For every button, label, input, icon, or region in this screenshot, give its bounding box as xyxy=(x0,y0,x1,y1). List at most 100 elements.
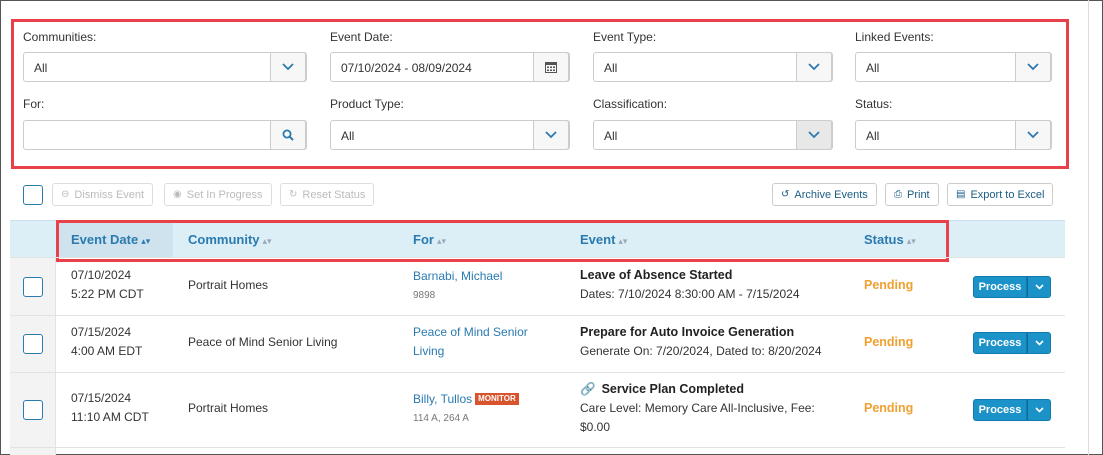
select-all-checkbox[interactable] xyxy=(23,185,43,205)
row-checkbox[interactable] xyxy=(23,277,43,297)
row-date: 07/10/2024 xyxy=(71,268,132,282)
row-date: 07/15/2024 xyxy=(71,391,132,405)
status-header-label: Status xyxy=(864,232,904,247)
chevron-down-icon[interactable] xyxy=(796,52,832,82)
event-date-label: Event Date: xyxy=(330,30,393,44)
monitor-badge: MONITOR xyxy=(475,393,519,405)
community-link-line: Living xyxy=(413,344,445,358)
status-badge: Pending xyxy=(864,278,914,292)
process-button[interactable]: Process xyxy=(973,276,1027,298)
linked-events-select[interactable]: All xyxy=(855,52,1052,82)
row-community: Peace of Mind Senior Living xyxy=(188,335,338,349)
chevron-down-icon[interactable] xyxy=(270,52,306,82)
event-title: Leave of Absence Started xyxy=(580,268,733,282)
status-label: Status: xyxy=(855,97,893,111)
row-divider xyxy=(10,447,1065,448)
event-type-value: All xyxy=(604,61,618,75)
resident-link[interactable]: Barnabi, Michael xyxy=(413,267,502,286)
row-community: Portrait Homes xyxy=(188,278,269,292)
process-split-button[interactable]: Process xyxy=(973,332,1051,354)
search-icon[interactable] xyxy=(270,120,306,150)
reset-status-button[interactable]: ↻ Reset Status xyxy=(280,183,375,206)
export-excel-label: Export to Excel xyxy=(970,188,1045,201)
chevron-down-icon[interactable] xyxy=(796,120,832,150)
community-link[interactable]: Peace of Mind Senior Living xyxy=(413,323,528,361)
status-badge: Pending xyxy=(864,401,914,415)
sort-icon: ▴▾ xyxy=(618,236,628,246)
row-time: 11:10 AM CDT xyxy=(71,410,149,424)
for-search-input[interactable] xyxy=(24,121,306,149)
sort-icon: ▴▾ xyxy=(436,236,446,246)
product-type-select[interactable]: All xyxy=(330,120,570,150)
undo-icon: ↺ xyxy=(781,189,790,200)
row-event-cell: 🔗 Service Plan Completed Care Level: Memo… xyxy=(580,380,815,437)
print-label: Print xyxy=(907,188,930,201)
event-type-select[interactable]: All xyxy=(593,52,833,82)
event-detail: Generate On: 7/20/2024, Dated to: 8/20/2… xyxy=(580,344,822,358)
reset-status-label: Reset Status xyxy=(302,188,366,201)
for-search-field[interactable] xyxy=(23,120,307,150)
event-title: Prepare for Auto Invoice Generation xyxy=(580,325,795,339)
scroll-track xyxy=(1088,0,1089,455)
row-community: Portrait Homes xyxy=(188,401,269,415)
status-select[interactable]: All xyxy=(855,120,1052,150)
event-date-value: 07/10/2024 - 08/09/2024 xyxy=(341,61,472,75)
row-for-cell: Peace of Mind Senior Living xyxy=(413,323,528,361)
column-header-status[interactable]: Status ▴▾ xyxy=(864,232,916,247)
classification-value: All xyxy=(604,129,618,143)
sort-icon: ▴▾ xyxy=(906,236,916,246)
resident-link[interactable]: Billy, Tullos xyxy=(413,392,472,406)
column-header-community[interactable]: Community ▴▾ xyxy=(188,232,272,247)
event-detail-line: $0.00 xyxy=(580,420,611,434)
dismiss-event-button[interactable]: ⊖ Dismiss Event xyxy=(52,183,154,206)
chevron-down-icon[interactable] xyxy=(1027,332,1051,354)
print-button[interactable]: ⎙ Print xyxy=(885,183,939,206)
communities-select[interactable]: All xyxy=(23,52,307,82)
row-date-cell: 07/15/2024 4:00 AM EDT xyxy=(71,323,142,361)
row-time: 5:22 PM CDT xyxy=(71,287,144,301)
event-date-field[interactable]: 07/10/2024 - 08/09/2024 xyxy=(330,52,570,82)
set-in-progress-label: Set In Progress xyxy=(186,188,263,201)
column-header-for[interactable]: For ▴▾ xyxy=(413,232,446,247)
archive-events-button[interactable]: ↺ Archive Events xyxy=(772,183,877,206)
export-excel-button[interactable]: ▤ Export to Excel xyxy=(947,183,1054,206)
row-checkbox[interactable] xyxy=(23,334,43,354)
for-label: For: xyxy=(23,97,45,111)
file-icon: ▤ xyxy=(956,189,966,200)
linked-events-label: Linked Events: xyxy=(855,30,934,44)
product-type-label: Product Type: xyxy=(330,97,404,111)
chevron-down-icon[interactable] xyxy=(1027,276,1051,298)
classification-select[interactable]: All xyxy=(593,120,833,150)
column-header-event[interactable]: Event ▴▾ xyxy=(580,232,627,247)
event-detail-line: Care Level: Memory Care All-Inclusive, F… xyxy=(580,401,815,415)
process-button[interactable]: Process xyxy=(973,399,1027,421)
sort-icon: ▴▾ xyxy=(262,236,272,246)
row-divider xyxy=(10,315,1065,316)
row-time: 4:00 AM EDT xyxy=(71,344,143,358)
chevron-down-icon[interactable] xyxy=(1027,399,1051,421)
resident-rooms: 114 A, 264 A xyxy=(413,413,469,424)
event-detail: Dates: 7/10/2024 8:30:00 AM - 7/15/2024 xyxy=(580,287,800,301)
dismiss-event-label: Dismiss Event xyxy=(74,188,145,201)
column-header-event-date[interactable]: Event Date ▴▾ xyxy=(71,232,150,247)
linked-events-value: All xyxy=(866,61,880,75)
event-title: Service Plan Completed xyxy=(601,382,744,396)
status-badge: Pending xyxy=(864,335,914,349)
community-header-label: Community xyxy=(188,232,260,247)
chevron-down-icon[interactable] xyxy=(1015,120,1051,150)
set-in-progress-button[interactable]: ◉ Set In Progress xyxy=(164,183,272,206)
process-split-button[interactable]: Process xyxy=(973,399,1051,421)
sort-desc-icon: ▴▾ xyxy=(141,236,151,246)
process-button[interactable]: Process xyxy=(973,332,1027,354)
circle-arrow-left-icon: ⊖ xyxy=(61,189,70,200)
chevron-down-icon[interactable] xyxy=(533,120,569,150)
event-date-header-label: Event Date xyxy=(71,232,139,247)
chevron-down-icon[interactable] xyxy=(1015,52,1051,82)
calendar-icon[interactable] xyxy=(533,52,569,82)
row-checkbox[interactable] xyxy=(23,400,43,420)
communities-label: Communities: xyxy=(23,30,97,44)
communities-value: All xyxy=(34,61,48,75)
process-split-button[interactable]: Process xyxy=(973,276,1051,298)
row-for-cell: Barnabi, Michael 9898 xyxy=(413,267,502,305)
row-divider xyxy=(10,257,1065,258)
